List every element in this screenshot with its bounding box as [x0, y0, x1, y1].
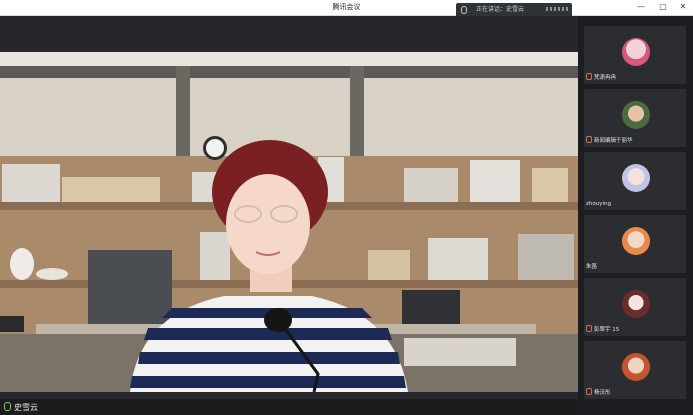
avatar	[622, 164, 650, 192]
mic-muted-icon	[586, 325, 592, 332]
participant-name: 新闻编辑于丽华	[586, 136, 633, 145]
participant-name: 杨沃彤	[586, 388, 611, 397]
participant-tile[interactable]: 新闻编辑于丽华	[584, 89, 686, 147]
speaker-video-frame	[0, 52, 578, 392]
participant-name: zhouying	[586, 201, 611, 207]
participant-tile[interactable]: 梵潇冉冉	[584, 26, 686, 84]
window-title: 腾讯会议	[332, 3, 361, 11]
title-bar: 腾讯会议 正在讲话：史雪云 — ▢ ✕	[0, 0, 693, 16]
maximize-button[interactable]: ▢	[653, 1, 673, 13]
minimize-button[interactable]: —	[631, 1, 651, 13]
audio-level-icon	[546, 7, 570, 11]
speaking-indicator: 正在讲话：史雪云	[456, 3, 572, 16]
mic-muted-icon	[586, 73, 592, 80]
avatar	[622, 38, 650, 66]
speaker-name-label: 史雪云	[0, 400, 42, 415]
avatar	[622, 101, 650, 129]
speaker-name: 史雪云	[14, 403, 38, 412]
avatar	[622, 353, 650, 381]
mic-muted-icon	[586, 388, 592, 395]
microphone-icon	[4, 402, 11, 411]
participant-tile[interactable]: 朱笛	[584, 215, 686, 273]
main-video-area[interactable]	[0, 16, 578, 399]
avatar	[622, 227, 650, 255]
participant-tile[interactable]: zhouying	[584, 152, 686, 210]
mic-muted-icon	[586, 136, 592, 143]
participant-tile[interactable]: 彭翠宇 15	[584, 278, 686, 336]
participants-panel: 梵潇冉冉 新闻编辑于丽华 zhouying 朱笛 彭翠宇 15 杨沃彤	[578, 16, 693, 415]
microphone-icon	[461, 6, 467, 14]
participant-name: 彭翠宇 15	[586, 325, 619, 334]
avatar	[622, 290, 650, 318]
participant-tile[interactable]: 杨沃彤	[584, 341, 686, 399]
speaker-video	[0, 52, 578, 392]
speaking-indicator-text: 正在讲话：史雪云	[476, 6, 525, 13]
close-button[interactable]: ✕	[673, 1, 693, 13]
participant-name: 朱笛	[586, 264, 598, 270]
participant-name: 梵潇冉冉	[586, 73, 616, 82]
